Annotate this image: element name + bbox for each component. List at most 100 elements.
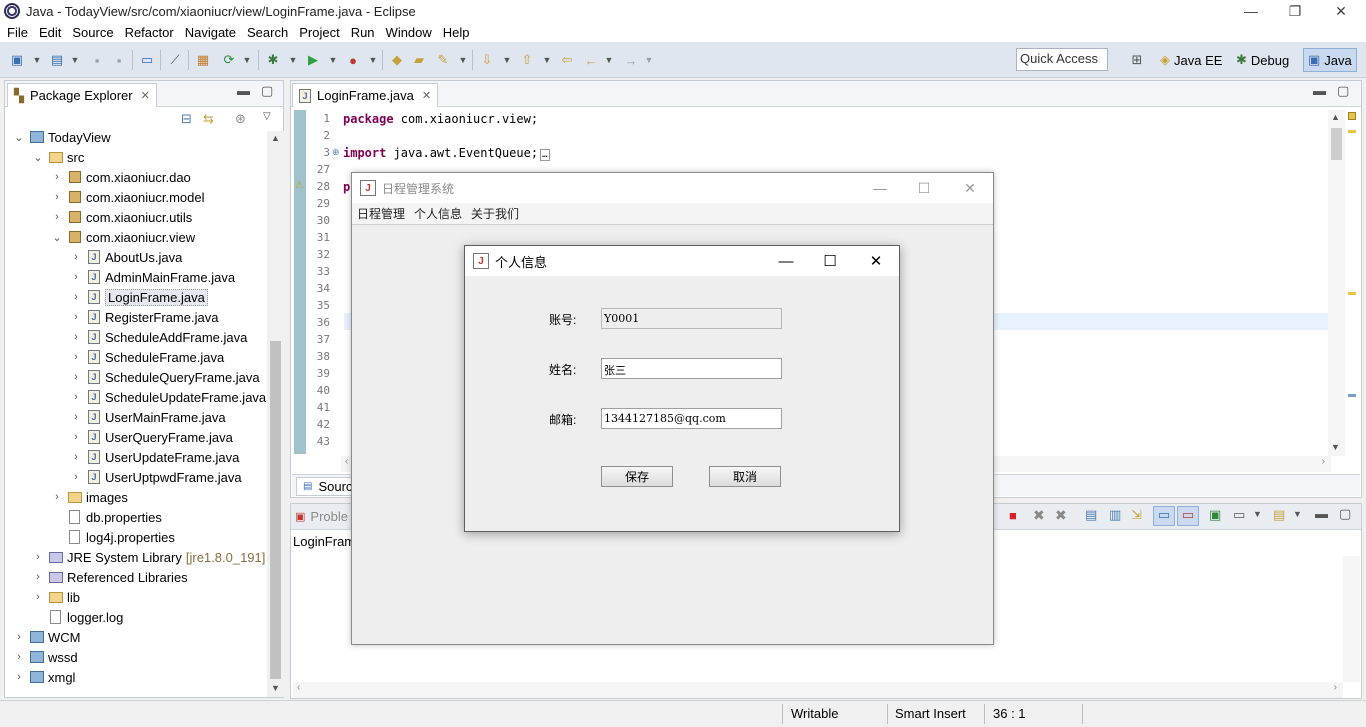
dialog-maximize-button[interactable]: ☐ bbox=[807, 246, 853, 276]
tab-loginframe-java[interactable]: J LoginFrame.java ✕ bbox=[292, 83, 438, 107]
menu-file[interactable]: File bbox=[0, 25, 32, 40]
scroll-right-icon[interactable]: › bbox=[1322, 456, 1325, 467]
collapsed-chevron-icon[interactable]: › bbox=[70, 331, 82, 343]
tree-item[interactable]: ›JLoginFrame.java bbox=[70, 287, 208, 307]
close-tab-icon[interactable]: ✕ bbox=[422, 89, 431, 102]
debug-dropdown-icon[interactable]: ▼ bbox=[284, 51, 302, 69]
collapsed-chevron-icon[interactable]: › bbox=[70, 291, 82, 303]
collapsed-chevron-icon[interactable]: › bbox=[51, 191, 63, 203]
tree-item[interactable]: ›WCM bbox=[13, 627, 81, 647]
quick-access-input[interactable]: Quick Access bbox=[1016, 48, 1108, 71]
collapsed-chevron-icon[interactable]: › bbox=[70, 271, 82, 283]
expanded-chevron-icon[interactable]: ⌄ bbox=[51, 231, 63, 244]
collapsed-chevron-icon[interactable]: › bbox=[70, 351, 82, 363]
close-button[interactable]: ✕ bbox=[1318, 0, 1364, 22]
tree-item[interactable]: ›JScheduleQueryFrame.java bbox=[70, 367, 260, 387]
save-button[interactable]: 保存 bbox=[601, 466, 673, 487]
run-icon[interactable]: ▶ bbox=[304, 51, 322, 69]
collapsed-chevron-icon[interactable]: › bbox=[32, 591, 44, 603]
console-scroll-left-icon[interactable]: ‹ bbox=[297, 682, 300, 693]
app-menu-schedule[interactable]: 日程管理 bbox=[357, 205, 405, 222]
tree-item[interactable]: ⌄src bbox=[32, 147, 84, 167]
show-console-stderr-icon[interactable]: ▭ bbox=[1177, 506, 1199, 526]
maximize-editor-icon[interactable]: ▢ bbox=[1337, 83, 1349, 99]
collapsed-chevron-icon[interactable]: › bbox=[13, 671, 25, 683]
code-line-1[interactable]: package com.xiaoniucr.view; bbox=[343, 112, 538, 126]
remove-launch-icon[interactable]: ✖ bbox=[1033, 507, 1045, 524]
console-scrollbar[interactable] bbox=[1343, 556, 1360, 682]
scrollbar-thumb[interactable] bbox=[270, 341, 281, 679]
new-project-dropdown-icon[interactable]: ▼ bbox=[66, 51, 84, 69]
console-icon[interactable]: ▭ bbox=[138, 51, 156, 69]
link-with-editor-icon[interactable]: ⇆ bbox=[203, 111, 214, 127]
back-dropdown-icon[interactable]: ▼ bbox=[600, 51, 618, 69]
refresh-dropdown-icon[interactable]: ▼ bbox=[238, 51, 256, 69]
new-dropdown-icon[interactable]: ▼ bbox=[28, 51, 46, 69]
tree-item[interactable]: ›com.xiaoniucr.utils bbox=[51, 207, 192, 227]
tree-item[interactable]: ›JAdminMainFrame.java bbox=[70, 267, 235, 287]
folded-imports-icon[interactable]: … bbox=[540, 149, 549, 161]
view-menu-icon[interactable]: ▽ bbox=[263, 111, 271, 122]
account-field[interactable]: Y0001 bbox=[601, 308, 782, 329]
clear-console-icon[interactable]: ▤ bbox=[1085, 507, 1097, 523]
next-annotation-dropdown-icon[interactable]: ▼ bbox=[498, 51, 516, 69]
scroll-down-icon[interactable]: ▼ bbox=[271, 683, 280, 693]
menu-refactor[interactable]: Refactor bbox=[118, 25, 178, 40]
editor-scroll-up-icon[interactable]: ▲ bbox=[1331, 112, 1340, 122]
prev-annotation-dropdown-icon[interactable]: ▼ bbox=[538, 51, 556, 69]
forward-icon[interactable]: → bbox=[622, 51, 640, 69]
minimize-button[interactable]: — bbox=[1228, 0, 1274, 22]
app-frame-maximize-button[interactable]: ☐ bbox=[902, 173, 946, 203]
collapsed-chevron-icon[interactable]: › bbox=[70, 411, 82, 423]
name-field[interactable]: 张三 bbox=[601, 358, 782, 379]
overview-marker-3[interactable] bbox=[1348, 394, 1356, 397]
new-package-icon[interactable]: ◆ bbox=[388, 51, 406, 69]
tree-item[interactable]: ›com.xiaoniucr.dao bbox=[51, 167, 191, 187]
search-dropdown-icon[interactable]: ▼ bbox=[454, 51, 472, 69]
fold-expand-icon[interactable]: ⊕ bbox=[332, 147, 340, 158]
tree-item[interactable]: ⌄com.xiaoniucr.view bbox=[51, 227, 195, 247]
word-wrap-icon[interactable]: ⇲ bbox=[1131, 507, 1142, 523]
maximize-view-icon[interactable]: ▢ bbox=[261, 83, 273, 99]
console-scroll-right-icon[interactable]: › bbox=[1334, 682, 1337, 693]
overview-marker-2[interactable] bbox=[1348, 292, 1356, 295]
collapsed-chevron-icon[interactable]: › bbox=[13, 651, 25, 663]
expanded-chevron-icon[interactable]: ⌄ bbox=[32, 151, 44, 164]
open-console-dropdown-icon[interactable]: ▼ bbox=[1293, 509, 1302, 519]
menu-help[interactable]: Help bbox=[436, 25, 474, 40]
back-icon[interactable]: ← bbox=[582, 51, 600, 69]
cancel-button[interactable]: 取消 bbox=[709, 466, 781, 487]
email-field[interactable]: 1344127185@qq.com bbox=[601, 408, 782, 429]
open-type-icon[interactable]: ▦ bbox=[194, 51, 212, 69]
tree-item[interactable]: ›Referenced Libraries bbox=[32, 567, 188, 587]
app-menu-personal-info[interactable]: 个人信息 bbox=[414, 205, 462, 222]
minimize-console-icon[interactable]: ▬ bbox=[1315, 506, 1328, 521]
scroll-left-icon[interactable]: ‹ bbox=[345, 456, 348, 467]
dialog-minimize-button[interactable]: — bbox=[763, 246, 809, 276]
tree-item[interactable]: ›JAboutUs.java bbox=[70, 247, 182, 267]
tree-item[interactable]: ›images bbox=[51, 487, 128, 507]
collapsed-chevron-icon[interactable]: › bbox=[70, 391, 82, 403]
editor-scrollbar[interactable]: ▲ ▼ bbox=[1328, 110, 1345, 456]
tree-item[interactable]: ›JScheduleUpdateFrame.java bbox=[70, 387, 266, 407]
restore-button[interactable]: ❐ bbox=[1272, 0, 1318, 22]
tree-item[interactable]: ›lib bbox=[32, 587, 80, 607]
tree-item[interactable]: ›JRE System Library[jre1.8.0_191] bbox=[32, 547, 265, 567]
coverage-icon[interactable]: ● bbox=[344, 51, 362, 69]
tree-item[interactable]: log4j.properties bbox=[51, 527, 175, 547]
collapse-all-icon[interactable]: ⊟ bbox=[181, 111, 192, 127]
close-tab-icon[interactable]: ✕ bbox=[141, 89, 150, 102]
collapsed-chevron-icon[interactable]: › bbox=[70, 431, 82, 443]
menu-edit[interactable]: Edit bbox=[32, 25, 65, 40]
tree-item[interactable]: ›JUserMainFrame.java bbox=[70, 407, 226, 427]
debug-icon[interactable]: ✱ bbox=[264, 51, 282, 69]
tree-item[interactable]: ›JRegisterFrame.java bbox=[70, 307, 218, 327]
tab-package-explorer[interactable]: ▚ Package Explorer ✕ bbox=[7, 83, 157, 107]
skip-breakpoints-icon[interactable]: ⟋ bbox=[166, 51, 184, 69]
collapsed-chevron-icon[interactable]: › bbox=[32, 551, 44, 563]
minimize-view-icon[interactable]: ▬ bbox=[237, 83, 250, 98]
pin-console-icon[interactable]: ▣ bbox=[1209, 507, 1221, 523]
app-frame-minimize-button[interactable]: — bbox=[858, 173, 902, 203]
display-console-dropdown-icon[interactable]: ▼ bbox=[1253, 509, 1262, 519]
open-perspective-icon[interactable]: ⊞ bbox=[1128, 51, 1146, 69]
